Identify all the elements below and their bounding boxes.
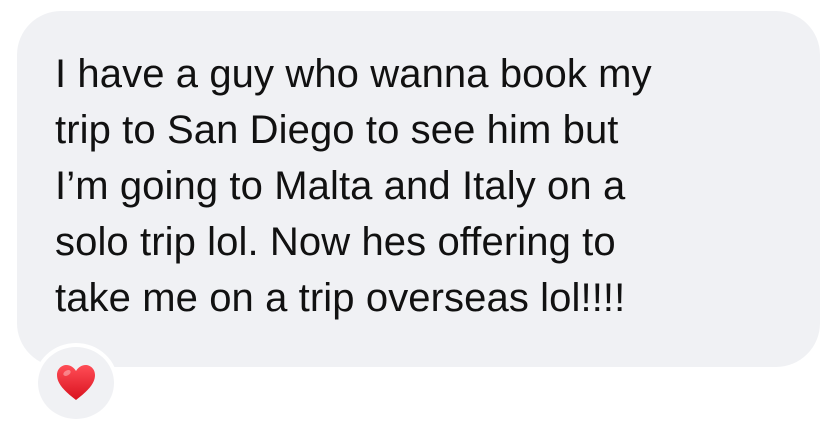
message-line-2: trip to San Diego to see him but xyxy=(55,108,619,152)
message-line-3: I’m going to Malta and Italy on a xyxy=(55,164,626,208)
message-line-1: I have a guy who wanna book my xyxy=(55,52,652,96)
message-bubble[interactable]: I have a guy who wanna book my trip to S… xyxy=(17,11,820,367)
message-line-4: solo trip lol. Now hes offering to xyxy=(55,220,616,264)
red-heart-icon xyxy=(57,365,95,400)
message-line-5: take me on a trip overseas lol!!!! xyxy=(55,276,626,320)
reaction-badge[interactable] xyxy=(34,343,118,423)
